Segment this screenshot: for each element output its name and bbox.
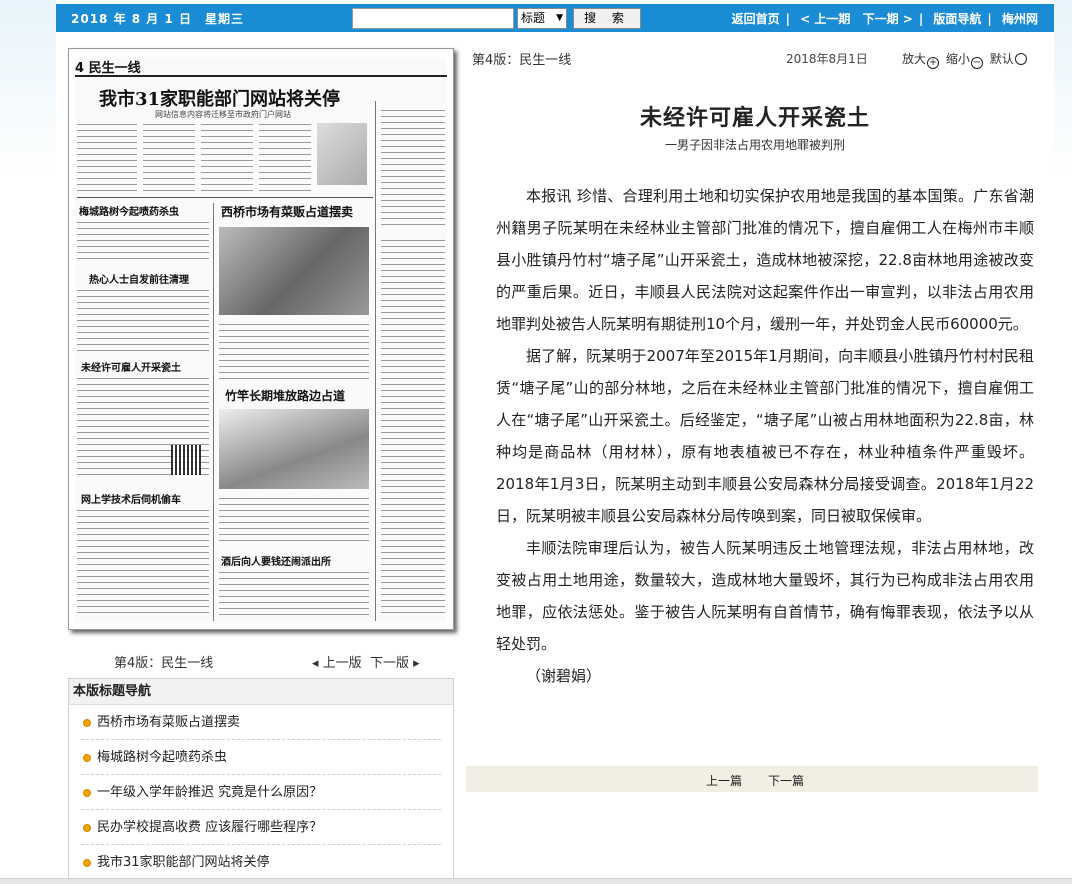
paper-photo-market [219, 227, 369, 315]
nav-list-item[interactable]: 一年级入学年龄推迟 究竟是什么原因？ [81, 775, 441, 810]
prev-page-link[interactable]: ◂ 上一版 [312, 652, 362, 671]
article-date: 2018年8月1日 [786, 52, 868, 66]
paper-text-column [219, 321, 369, 381]
nav-meizhou-link[interactable]: 梅州网 [1002, 12, 1038, 26]
zoom-out-button[interactable]: 缩小 − [945, 52, 986, 69]
nav-page-nav-link[interactable]: 版面导航 [933, 12, 981, 26]
article-paragraph: 丰顺法院审理后认为，被告人阮某明违反土地管理法规，非法占用林地，改变被占用土地用… [496, 539, 1034, 653]
nav-separator: | [987, 12, 992, 26]
bullet-icon [83, 754, 91, 762]
edition-label: 第4版：民生一线 [114, 656, 214, 671]
zoom-default-button[interactable]: 默认 [990, 52, 1030, 66]
bullet-icon [83, 824, 91, 832]
bullet-icon [83, 859, 91, 867]
qr-code [171, 445, 201, 475]
paper-text-column [77, 121, 137, 191]
paper-divider [77, 197, 373, 198]
bullet-icon [83, 719, 91, 727]
page-container: 2018 年 8 月 1 日 星期三 标题 ▼ 搜 索 返回首页 | < 上一期 … [56, 0, 1054, 884]
nav-home-link[interactable]: 返回首页 [732, 12, 780, 26]
paper-text-column [77, 507, 209, 617]
next-article-link[interactable]: 下一篇 [768, 772, 804, 789]
prev-page-label: 上一版 [322, 656, 362, 671]
minus-icon: − [970, 57, 983, 69]
paper-title-drunk[interactable]: 酒后向人要钱还闹派出所 [221, 553, 331, 568]
article-subtitle: 一男子因非法占用农用地罪被判刑 [664, 138, 845, 152]
article-paragraph: 本报讯 珍惜、合理利用土地和切实保护农用地是我国的基本国策。广东省潮州籍男子阮某… [496, 187, 1034, 333]
chevron-down-icon: ▼ [556, 13, 563, 23]
issue-date: 2018 年 8 月 1 日 星期三 [71, 12, 244, 26]
paper-title-tree-spray[interactable]: 梅城路树今起喷药杀虫 [79, 203, 179, 218]
paper-divider [213, 203, 214, 621]
zoom-in-label: 放大 [902, 52, 927, 66]
paper-text-column [201, 121, 253, 191]
paper-title-volunteers[interactable]: 热心人士自发前往清理 [89, 271, 189, 286]
newspaper-page-image[interactable]: 4 民生一线 我市31家职能部门网站将关停 网站信息内容将迁移至市政府门户网站 … [68, 48, 454, 630]
paper-subhead: 网站信息内容将迁移至市政府门户网站 [155, 110, 291, 119]
article-edition: 第4版：民生一线 [472, 53, 572, 68]
nav-next-issue-link[interactable]: 下一期 > [863, 12, 913, 26]
paper-headline[interactable]: 我市31家职能部门网站将关停 [99, 85, 340, 111]
edition-row: 第4版：民生一线 ◂ 上一版 下一版 ▸ [68, 652, 454, 671]
article-toolbar: 第4版：民生一线 2018年8月1日 放大 + 缩小 − 默认 [472, 45, 1038, 69]
article-byline: （谢碧娟） [526, 667, 602, 685]
zoom-default-label: 默认 [989, 52, 1014, 66]
next-page-link[interactable]: 下一版 ▸ [370, 652, 420, 671]
nav-list-item-label: 一年级入学年龄推迟 究竟是什么原因？ [97, 785, 323, 800]
paper-page-label: 4 民生一线 [75, 57, 447, 77]
zoom-out-label: 缩小 [945, 52, 970, 66]
paper-title-clay-mining[interactable]: 未经许可雇人开采瓷土 [81, 359, 181, 374]
paper-text-column [381, 237, 445, 617]
zoom-in-button[interactable]: 放大 + [902, 52, 942, 69]
paper-text-column [143, 121, 195, 191]
paper-divider [375, 101, 376, 621]
paper-title-bike-theft[interactable]: 网上学技术后伺机偷车 [81, 491, 181, 506]
paper-logo-box [317, 123, 367, 185]
paper-text-column [77, 219, 209, 263]
browser-bottom-edge [0, 878, 1072, 884]
paper-photo-bamboo [219, 409, 369, 489]
nav-prev-issue-link[interactable]: < 上一期 [800, 12, 850, 26]
plus-icon: + [927, 57, 940, 69]
article-pager: 上一篇 下一篇 [466, 766, 1038, 792]
paper-title-bamboo[interactable]: 竹竿长期堆放路边占道 [225, 387, 345, 404]
paper-text-column [219, 495, 369, 545]
nav-list-item-label: 民办学校提高收费 应该履行哪些程序？ [97, 820, 323, 835]
search-field-value: 标题 [521, 11, 546, 25]
chevron-right-icon: ▸ [409, 656, 420, 671]
page-title-nav-heading: 本版标题导航 [69, 679, 453, 705]
top-bar: 2018 年 8 月 1 日 星期三 标题 ▼ 搜 索 返回首页 | < 上一期 … [56, 4, 1054, 32]
article-body: 本报讯 珍惜、合理利用土地和切实保护农用地是我国的基本国策。广东省潮州籍男子阮某… [496, 180, 1034, 692]
circle-icon [1014, 53, 1027, 65]
bullet-icon [83, 789, 91, 797]
search-input[interactable] [352, 8, 514, 29]
chevron-left-icon: ◂ [312, 656, 323, 671]
top-nav: 返回首页 | < 上一期 下一期 > | 版面导航 | 梅州网 [728, 10, 1042, 27]
newspaper-page: 4 民生一线 我市31家职能部门网站将关停 网站信息内容将迁移至市政府门户网站 … [75, 57, 447, 623]
nav-list-item-label: 我市31家职能部门网站将关停 [97, 855, 270, 870]
paper-text-column [219, 569, 369, 619]
nav-list-item[interactable]: 我市31家职能部门网站将关停 [81, 845, 441, 880]
article-paragraph: 据了解，阮某明于2007年至2015年1月期间，向丰顺县小胜镇丹竹村村民租赁“塘… [496, 347, 1034, 525]
paper-text-column [259, 121, 311, 191]
search-button[interactable]: 搜 索 [573, 8, 641, 29]
article-title: 未经许可雇人开采瓷土 [639, 105, 870, 131]
prev-article-link[interactable]: 上一篇 [706, 772, 742, 789]
paper-title-xiqiao-market[interactable]: 西桥市场有菜贩占道摆卖 [221, 203, 353, 220]
nav-list-item[interactable]: 梅城路树今起喷药杀虫 [81, 740, 441, 775]
search-field-select[interactable]: 标题 ▼ [517, 8, 567, 29]
paper-text-column [77, 287, 209, 351]
nav-separator: | [785, 12, 790, 26]
nav-list-item[interactable]: 民办学校提高收费 应该履行哪些程序？ [81, 810, 441, 845]
nav-separator: | [918, 12, 924, 26]
nav-list-item-label: 西桥市场有菜贩占道摆卖 [97, 715, 241, 730]
page-title-nav: 本版标题导航 西桥市场有菜贩占道摆卖 梅城路树今起喷药杀虫 一年级入学年龄推迟 … [68, 678, 454, 884]
nav-list-item-label: 梅城路树今起喷药杀虫 [97, 750, 228, 765]
nav-list-item[interactable]: 西桥市场有菜贩占道摆卖 [81, 705, 441, 740]
zoom-controls: 放大 + 缩小 − 默认 [902, 50, 1030, 69]
next-page-label: 下一版 [370, 656, 410, 671]
paper-text-column [381, 107, 445, 227]
